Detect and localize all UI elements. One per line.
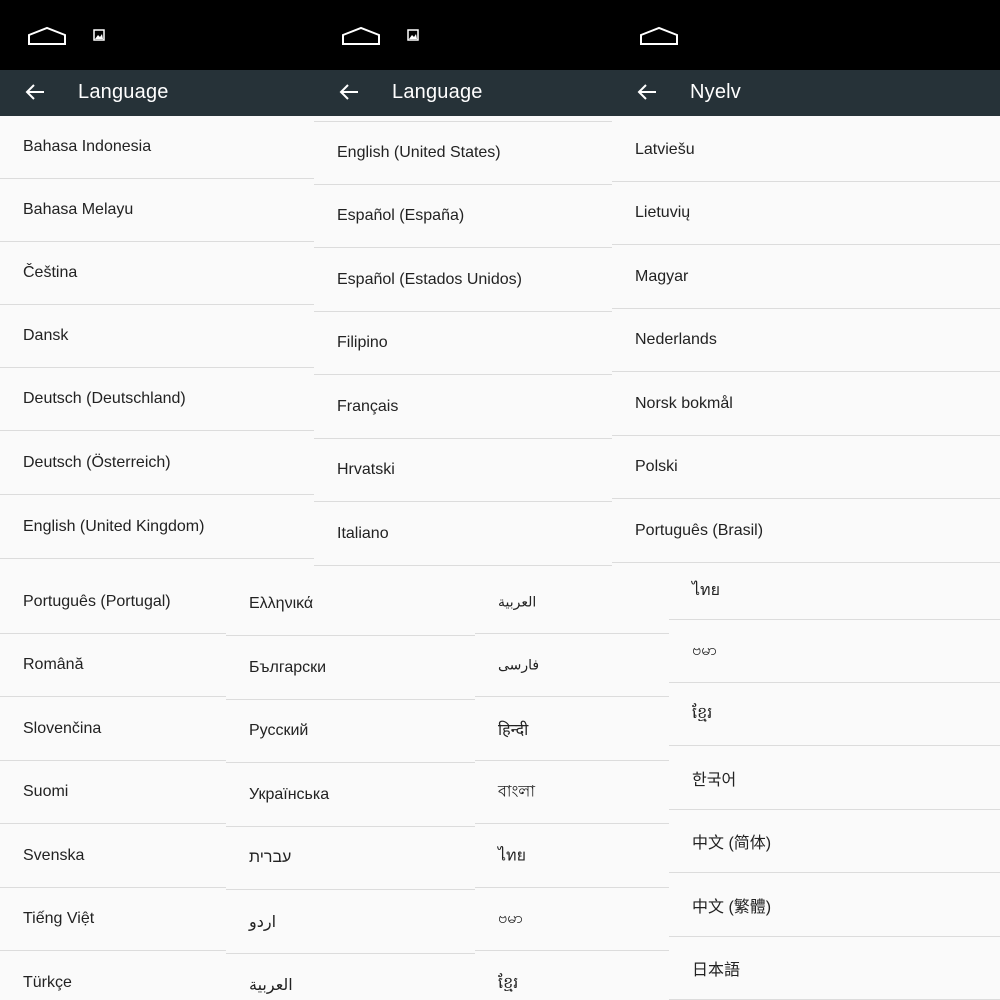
- language-item[interactable]: 中文 (繁體): [669, 874, 1000, 937]
- home-icon[interactable]: [639, 26, 679, 46]
- app-bar: Language: [0, 70, 314, 116]
- language-item[interactable]: ဗမာ: [475, 888, 669, 951]
- language-item[interactable]: اردو: [226, 891, 475, 954]
- language-item[interactable]: Português (Portugal): [0, 571, 226, 634]
- language-list-continued-4: ไทย ဗမာ ខ្មែរ 한국어 中文 (简体) 中文 (繁體) 日本語: [669, 564, 1000, 1000]
- language-item[interactable]: Ελληνικά: [226, 573, 475, 636]
- language-item[interactable]: Bahasa Indonesia: [0, 116, 314, 179]
- language-item[interactable]: हिन्दी: [475, 698, 669, 761]
- language-screen-1: Language Bahasa Indonesia Bahasa Melayu …: [0, 0, 314, 567]
- language-item[interactable]: Čeština: [0, 242, 314, 305]
- language-item[interactable]: Dansk: [0, 305, 314, 368]
- language-item[interactable]: Română: [0, 634, 226, 697]
- back-arrow-icon[interactable]: [24, 81, 46, 103]
- home-icon[interactable]: [27, 26, 67, 46]
- status-bar: [0, 0, 314, 70]
- language-item[interactable]: Bahasa Melayu: [0, 179, 314, 242]
- language-screen-2: Language English (United States) Español…: [314, 0, 612, 567]
- language-item[interactable]: Türkçe: [0, 952, 226, 1000]
- language-item[interactable]: Svenska: [0, 825, 226, 888]
- language-item[interactable]: Deutsch (Österreich): [0, 432, 314, 495]
- back-arrow-icon[interactable]: [636, 81, 658, 103]
- language-item[interactable]: Български: [226, 637, 475, 700]
- home-icon[interactable]: [341, 26, 381, 46]
- language-list-continued-1: Português (Portugal) Română Slovenčina S…: [0, 571, 226, 1000]
- language-item[interactable]: 中文 (简体): [669, 810, 1000, 873]
- language-item[interactable]: فارسی: [475, 634, 669, 697]
- app-bar: Language: [314, 70, 612, 116]
- language-item[interactable]: Русский: [226, 700, 475, 763]
- language-item[interactable]: Norsk bokmål: [612, 373, 1000, 436]
- language-item[interactable]: ไทย: [669, 564, 1000, 620]
- language-item[interactable]: Slovenčina: [0, 698, 226, 761]
- language-item[interactable]: English (United Kingdom): [0, 496, 314, 559]
- language-item[interactable]: עברית: [226, 827, 475, 890]
- language-item[interactable]: Português (Brasil): [612, 500, 1000, 563]
- language-item[interactable]: Filipino: [314, 312, 612, 375]
- language-item[interactable]: Nederlands: [612, 309, 1000, 372]
- language-item[interactable]: Polski: [612, 436, 1000, 499]
- language-item[interactable]: Français: [314, 376, 612, 439]
- language-screen-3: Nyelv Latviešu Lietuvių Magyar Nederland…: [612, 0, 1000, 564]
- language-item[interactable]: Українська: [226, 764, 475, 827]
- language-item[interactable]: Español (Estados Unidos): [314, 249, 612, 312]
- language-item[interactable]: ខ្មែរ: [475, 952, 669, 1000]
- language-item[interactable]: Lietuvių: [612, 182, 1000, 245]
- language-item[interactable]: العربية: [475, 571, 669, 634]
- language-item[interactable]: Latviešu: [612, 119, 1000, 182]
- language-list-continued-2: Ελληνικά Български Русский Українська עב…: [226, 573, 475, 1000]
- app-bar: Nyelv: [612, 70, 1000, 116]
- image-notification-icon: [407, 29, 419, 41]
- language-item[interactable]: Deutsch (Deutschland): [0, 368, 314, 431]
- back-arrow-icon[interactable]: [338, 81, 360, 103]
- status-bar: [314, 0, 612, 70]
- language-item[interactable]: Español (España): [314, 185, 612, 248]
- language-item[interactable]: Suomi: [0, 761, 226, 824]
- language-item[interactable]: 日本語: [669, 937, 1000, 1000]
- language-list-continued-3: العربية فارسی हिन्दी বাংলা ไทย ဗမာ ខ្មែរ: [475, 571, 669, 1000]
- page-title: Nyelv: [690, 81, 742, 103]
- language-item[interactable]: ไทย: [475, 825, 669, 888]
- language-item[interactable]: 한국어: [669, 747, 1000, 810]
- language-item[interactable]: English (United States): [314, 122, 612, 185]
- image-notification-icon: [93, 29, 105, 41]
- language-item[interactable]: Hrvatski: [314, 439, 612, 502]
- page-title: Language: [78, 81, 169, 103]
- page-title: Language: [392, 81, 483, 103]
- language-item[interactable]: Magyar: [612, 246, 1000, 309]
- language-item[interactable]: Tiếng Việt: [0, 888, 226, 951]
- status-bar: [612, 0, 1000, 70]
- language-item[interactable]: বাংলা: [475, 761, 669, 824]
- language-item[interactable]: ဗမာ: [669, 620, 1000, 683]
- language-item[interactable]: Italiano: [314, 503, 612, 566]
- language-item[interactable]: ខ្មែរ: [669, 683, 1000, 746]
- language-item[interactable]: العربية: [226, 954, 475, 1000]
